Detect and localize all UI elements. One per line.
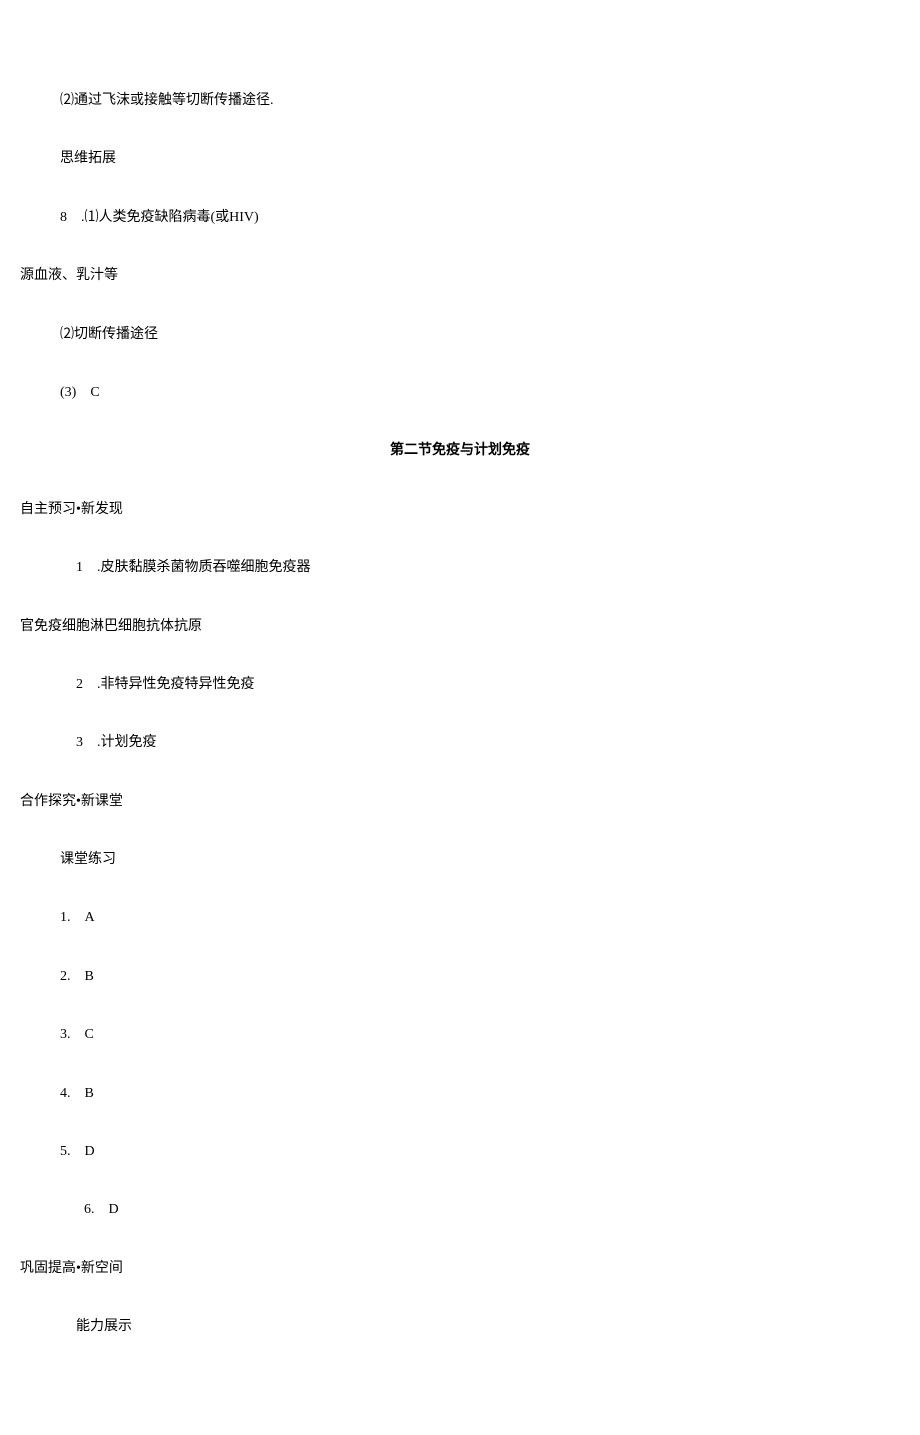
answer-5: 5. D bbox=[20, 1141, 900, 1163]
preview-item-3: 3 .计划免疫 bbox=[20, 732, 900, 754]
subsection-consolidate: 巩固提高•新空间 bbox=[20, 1258, 900, 1280]
ability-display-heading: 能力展示 bbox=[20, 1316, 900, 1338]
answer-1: 1. A bbox=[20, 907, 900, 929]
preview-item-1-cont: 官免疫细胞淋巴细胞抗体抗原 bbox=[20, 616, 900, 638]
subsection-class: 合作探究•新课堂 bbox=[20, 791, 900, 813]
answer-4: 4. B bbox=[20, 1083, 900, 1105]
subsection-preview: 自主预习•新发现 bbox=[20, 499, 900, 521]
paragraph-q8-part2: ⑵切断传播途径 bbox=[20, 324, 900, 346]
preview-item-1: 1 .皮肤黏膜杀菌物质吞噬细胞免疫器 bbox=[20, 557, 900, 579]
paragraph-q8-part1: 8 .⑴人类免疫缺陷病毒(或HIV) bbox=[20, 207, 900, 229]
paragraph-q8-line2: 源血液、乳汁等 bbox=[20, 265, 900, 287]
section-title: 第二节免疫与计划免疫 bbox=[20, 440, 900, 462]
class-practice-heading: 课堂练习 bbox=[20, 849, 900, 871]
paragraph-answer-2: ⑵通过飞沫或接触等切断传播途径. bbox=[20, 90, 900, 112]
document-page: ⑵通过飞沫或接触等切断传播途径. 思维拓展 8 .⑴人类免疫缺陷病毒(或HIV)… bbox=[0, 0, 920, 1435]
subsection-heading: 思维拓展 bbox=[20, 148, 900, 170]
answer-2: 2. B bbox=[20, 966, 900, 988]
preview-item-2: 2 .非特异性免疫特异性免疫 bbox=[20, 674, 900, 696]
answer-6: 6. D bbox=[20, 1199, 900, 1221]
paragraph-q8-part3: (3) C bbox=[20, 382, 900, 404]
answer-3: 3. C bbox=[20, 1024, 900, 1046]
